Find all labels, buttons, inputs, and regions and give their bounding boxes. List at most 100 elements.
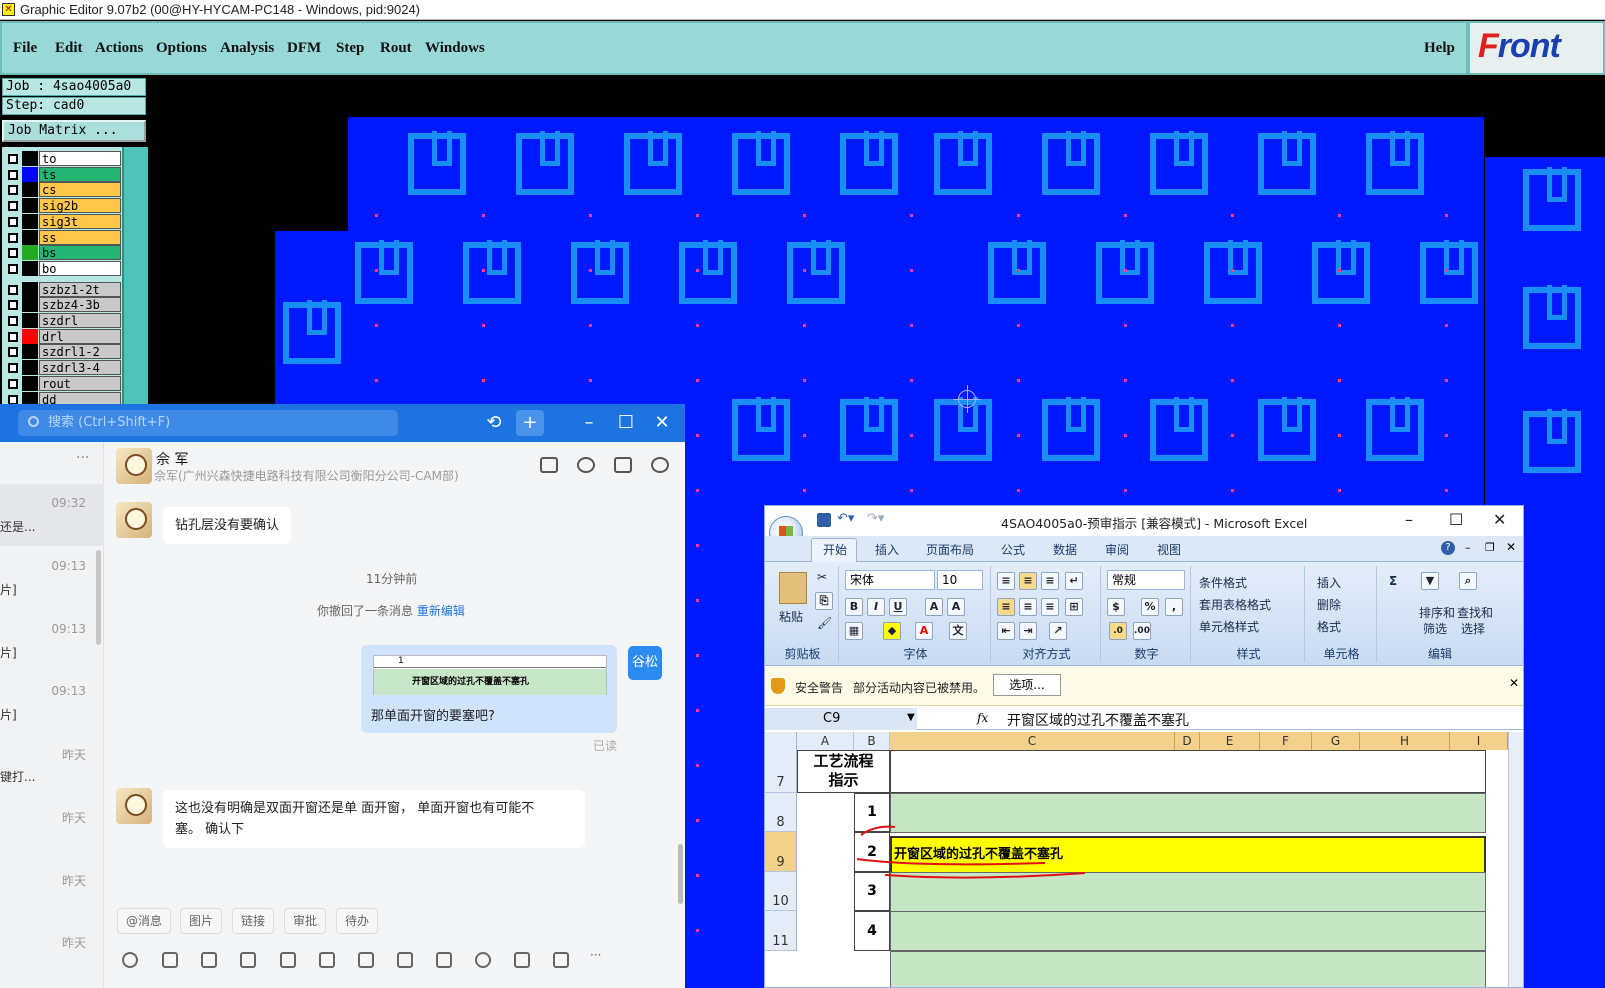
function-icon[interactable]: fx bbox=[977, 711, 988, 725]
layer-row-drl[interactable]: drl bbox=[4, 328, 121, 344]
conversation-item[interactable]: 09:32 还是... bbox=[0, 484, 104, 546]
conversation-item[interactable]: 昨天 bbox=[0, 860, 104, 922]
add-member-icon[interactable] bbox=[577, 457, 595, 473]
layer-checkbox[interactable] bbox=[8, 378, 18, 389]
cell-c12[interactable] bbox=[890, 951, 1486, 987]
sender-avatar[interactable] bbox=[116, 502, 152, 538]
layer-color-swatch[interactable] bbox=[22, 182, 38, 198]
undo-icon[interactable]: ↶▾ bbox=[837, 511, 854, 526]
more-tools-icon[interactable]: ··· bbox=[590, 948, 601, 962]
row-header-7[interactable]: 7 bbox=[765, 750, 797, 793]
layer-name[interactable]: sig2b bbox=[39, 198, 121, 214]
sort-filter-button[interactable]: 排序和 bbox=[1419, 604, 1455, 621]
task-icon[interactable] bbox=[397, 952, 413, 968]
conversation-item[interactable]: 09:13 片] bbox=[0, 672, 104, 734]
font-name-select[interactable]: 宋体 bbox=[845, 570, 935, 590]
maximize-button[interactable]: ☐ bbox=[612, 410, 640, 436]
layer-row-sig2b[interactable]: sig2b bbox=[4, 198, 121, 214]
layer-row-szdrl1-2[interactable]: szdrl1-2 bbox=[4, 344, 121, 360]
shrink-font-icon[interactable]: A bbox=[947, 598, 965, 616]
col-header-g[interactable]: G bbox=[1312, 732, 1360, 750]
layer-color-swatch[interactable] bbox=[22, 344, 38, 360]
layer-name[interactable]: szdrl bbox=[39, 313, 121, 328]
layer-name[interactable]: ss bbox=[39, 229, 121, 245]
layer-name[interactable]: szbz1-2t bbox=[39, 281, 121, 297]
paste-button[interactable]: 粘贴 bbox=[779, 608, 803, 625]
quoted-image[interactable]: 1 2 开窗区域的过孔不覆盖不塞孔 bbox=[373, 655, 607, 695]
align-left-icon[interactable]: ≡ bbox=[997, 598, 1015, 616]
close-button[interactable]: ✕ bbox=[648, 410, 676, 436]
cell-styles-button[interactable]: 单元格样式 bbox=[1199, 618, 1259, 635]
more-icon[interactable]: ··· bbox=[76, 450, 89, 466]
layer-checkbox[interactable] bbox=[8, 232, 18, 243]
sheet-vertical-scrollbar[interactable] bbox=[1508, 732, 1523, 987]
mail-icon[interactable] bbox=[553, 952, 569, 968]
align-middle-icon[interactable]: ≡ bbox=[1019, 572, 1037, 590]
layer-color-swatch[interactable] bbox=[22, 313, 38, 328]
layer-name[interactable]: szdrl3-4 bbox=[39, 360, 121, 376]
sum-icon[interactable]: Σ bbox=[1389, 574, 1397, 588]
border-icon[interactable]: ▦ bbox=[845, 622, 863, 640]
layer-checkbox[interactable] bbox=[8, 347, 18, 358]
chat-scrollbar[interactable] bbox=[678, 844, 683, 904]
history-icon[interactable]: ⟲ bbox=[480, 410, 508, 436]
quick-image-button[interactable]: 图片 bbox=[180, 908, 223, 934]
layer-color-swatch[interactable] bbox=[22, 213, 38, 229]
sort-filter-icon[interactable]: ▼ bbox=[1421, 572, 1439, 590]
delete-cells-button[interactable]: 删除 bbox=[1317, 596, 1341, 613]
layer-color-swatch[interactable] bbox=[22, 245, 38, 261]
formula-input[interactable]: 开窗区域的过孔不覆盖不塞孔 bbox=[1007, 710, 1189, 730]
layer-color-swatch[interactable] bbox=[22, 260, 38, 276]
ribbon-minimize[interactable]: – bbox=[1465, 541, 1471, 554]
layer-row-szbz1-2t[interactable]: szbz1-2t bbox=[4, 281, 121, 297]
cell-a7-header[interactable]: 工艺流程指示 bbox=[797, 750, 890, 793]
gear-icon[interactable] bbox=[651, 457, 669, 473]
tab-insert[interactable]: 插入 bbox=[875, 541, 899, 558]
conversation-item[interactable]: 09:13 片] bbox=[0, 547, 104, 609]
row-header-11[interactable]: 11 bbox=[765, 911, 797, 951]
grow-font-icon[interactable]: A bbox=[925, 598, 943, 616]
layer-row-bo[interactable]: bo bbox=[4, 260, 121, 276]
col-header-f[interactable]: F bbox=[1260, 732, 1312, 750]
col-header-c[interactable]: C bbox=[890, 732, 1175, 750]
layer-color-swatch[interactable] bbox=[22, 151, 38, 166]
format-as-table-button[interactable]: 套用表格格式 bbox=[1199, 596, 1271, 613]
calendar-icon[interactable] bbox=[358, 952, 374, 968]
ribbon-close[interactable]: ✕ bbox=[1506, 540, 1516, 554]
col-header-d[interactable]: D bbox=[1175, 732, 1200, 750]
layer-checkbox[interactable] bbox=[8, 331, 18, 342]
worksheet-grid[interactable]: A B C D E F G H I 7 8 9 10 11 工艺流程指示 1 2… bbox=[765, 732, 1523, 987]
layer-name[interactable]: to bbox=[39, 151, 121, 166]
layer-checkbox[interactable] bbox=[8, 363, 18, 374]
col-header-i[interactable]: I bbox=[1450, 732, 1508, 750]
paste-icon[interactable] bbox=[779, 572, 807, 604]
percent-icon[interactable]: % bbox=[1141, 598, 1159, 616]
tab-page-layout[interactable]: 页面布局 bbox=[926, 541, 974, 558]
layer-checkbox[interactable] bbox=[8, 284, 18, 295]
increase-indent-icon[interactable]: ⇥ bbox=[1019, 622, 1037, 640]
flash-icon[interactable] bbox=[436, 952, 452, 968]
col-header-a[interactable]: A bbox=[797, 732, 854, 750]
insert-cells-button[interactable]: 插入 bbox=[1317, 574, 1341, 591]
merge-icon[interactable]: ⊞ bbox=[1065, 598, 1083, 616]
row-header-8[interactable]: 8 bbox=[765, 793, 797, 832]
find-icon[interactable]: ⌕ bbox=[1459, 572, 1477, 590]
layer-name[interactable]: sig3t bbox=[39, 213, 121, 229]
conversation-item[interactable]: 昨天 键打... bbox=[0, 734, 104, 796]
quick-approve-button[interactable]: 审批 bbox=[284, 908, 327, 934]
align-right-icon[interactable]: ≡ bbox=[1041, 598, 1059, 616]
image-icon[interactable] bbox=[319, 952, 335, 968]
select-all-corner[interactable] bbox=[765, 732, 797, 750]
quick-todo-button[interactable]: 待办 bbox=[336, 908, 379, 934]
layer-checkbox[interactable] bbox=[8, 263, 18, 274]
layer-checkbox[interactable] bbox=[8, 201, 18, 212]
name-box-dropdown-icon[interactable]: ▼ bbox=[907, 712, 915, 723]
layer-name[interactable]: szbz4-3b bbox=[39, 297, 121, 313]
format-cells-button[interactable]: 格式 bbox=[1317, 618, 1341, 635]
chat-search-input[interactable]: 搜索 (Ctrl+Shift+F) bbox=[18, 410, 398, 436]
phonetic-icon[interactable]: 文 bbox=[949, 622, 967, 640]
row-header-10[interactable]: 10 bbox=[765, 872, 797, 911]
tab-data[interactable]: 数据 bbox=[1053, 541, 1077, 558]
currency-icon[interactable]: $ bbox=[1107, 598, 1125, 616]
layer-row-szdrl3-4[interactable]: szdrl3-4 bbox=[4, 360, 121, 376]
